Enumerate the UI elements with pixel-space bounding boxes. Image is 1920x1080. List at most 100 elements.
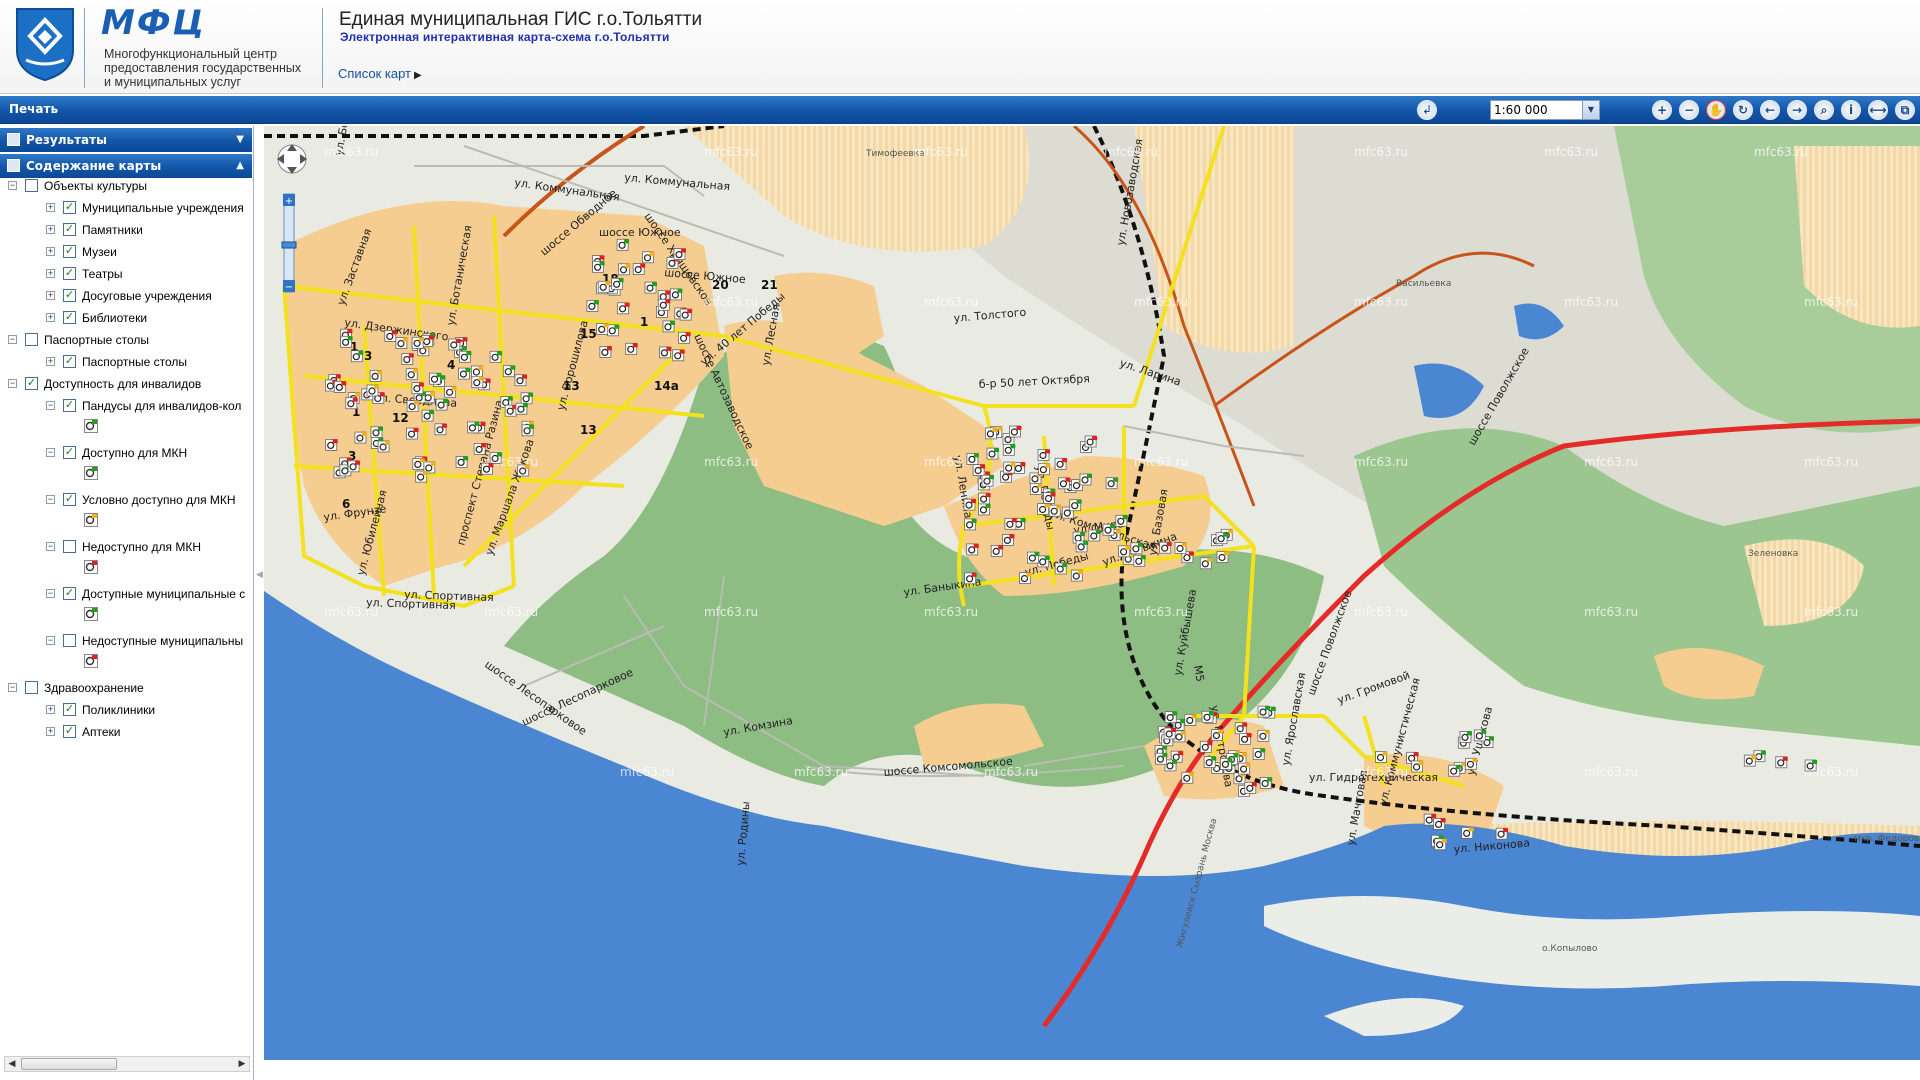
poi-marker[interactable] bbox=[377, 440, 391, 453]
results-panel-header[interactable]: Результаты ▼ bbox=[0, 128, 252, 152]
poi-marker[interactable] bbox=[481, 462, 494, 475]
poi-marker[interactable] bbox=[1804, 759, 1818, 772]
poi-marker[interactable] bbox=[1043, 492, 1056, 504]
map-list-link[interactable]: Список карт ▶ bbox=[338, 66, 422, 81]
layer-node[interactable]: − Недоступные муниципальны bbox=[0, 633, 252, 651]
layer-node[interactable]: + ✓ Паспортные столы bbox=[0, 354, 252, 372]
measure-icon[interactable]: ⟷ bbox=[1868, 100, 1888, 120]
poi-marker[interactable] bbox=[1234, 722, 1248, 735]
poi-marker[interactable] bbox=[1037, 555, 1050, 568]
poi-marker[interactable] bbox=[458, 350, 472, 363]
layer-checkbox[interactable]: ✓ bbox=[63, 201, 76, 214]
layer-checkbox[interactable] bbox=[63, 540, 76, 553]
layer-node[interactable]: − Объекты культуры bbox=[0, 178, 252, 196]
poi-marker[interactable] bbox=[1173, 730, 1186, 743]
poi-marker[interactable] bbox=[597, 280, 611, 293]
poi-marker[interactable] bbox=[405, 368, 419, 381]
poi-marker[interactable] bbox=[1054, 457, 1068, 470]
poi-marker[interactable] bbox=[434, 423, 447, 436]
layer-node[interactable]: − ✓ Доступные муниципальные с bbox=[0, 586, 252, 604]
poi-marker[interactable] bbox=[1434, 838, 1447, 851]
poi-marker[interactable] bbox=[340, 335, 353, 348]
poi-marker[interactable] bbox=[1220, 758, 1233, 770]
horizontal-scrollbar[interactable]: ◀ ▶ bbox=[4, 1056, 250, 1072]
poi-marker[interactable] bbox=[1216, 551, 1229, 563]
poi-marker[interactable] bbox=[599, 345, 612, 358]
poi-marker[interactable] bbox=[1203, 756, 1217, 768]
forward-icon[interactable]: → bbox=[1787, 100, 1807, 120]
collapse-arrow-icon[interactable]: ◀ bbox=[256, 570, 263, 580]
poi-marker[interactable] bbox=[520, 392, 534, 405]
scroll-right-icon[interactable]: ▶ bbox=[235, 1057, 249, 1071]
poi-marker[interactable] bbox=[1155, 752, 1168, 765]
layer-checkbox[interactable]: ✓ bbox=[63, 223, 76, 236]
expand-toggle-icon[interactable]: − bbox=[46, 589, 55, 598]
poi-marker[interactable] bbox=[1115, 514, 1128, 527]
poi-marker[interactable] bbox=[617, 302, 630, 315]
expand-toggle-icon[interactable]: + bbox=[46, 203, 55, 212]
poi-marker[interactable] bbox=[1019, 572, 1032, 585]
layer-checkbox[interactable]: ✓ bbox=[63, 399, 76, 412]
poi-marker[interactable] bbox=[411, 382, 424, 395]
poi-marker[interactable] bbox=[966, 543, 979, 556]
poi-marker[interactable] bbox=[412, 457, 425, 470]
poi-marker[interactable] bbox=[586, 299, 599, 312]
poi-marker[interactable] bbox=[596, 322, 609, 335]
expand-toggle-icon[interactable]: + bbox=[46, 269, 55, 278]
poi-marker[interactable] bbox=[521, 424, 535, 437]
poi-marker[interactable] bbox=[448, 338, 461, 351]
poi-marker[interactable] bbox=[411, 336, 425, 349]
poi-marker[interactable] bbox=[642, 251, 655, 264]
expand-toggle-icon[interactable]: − bbox=[46, 448, 55, 457]
layer-checkbox[interactable] bbox=[63, 634, 76, 647]
poi-marker[interactable] bbox=[658, 346, 672, 359]
layer-node[interactable]: + ✓ Досуговые учреждения bbox=[0, 288, 252, 306]
poi-marker[interactable] bbox=[401, 353, 414, 366]
poi-marker[interactable] bbox=[473, 442, 487, 455]
poi-marker[interactable] bbox=[1252, 748, 1266, 760]
poi-marker[interactable] bbox=[1159, 541, 1172, 554]
poi-marker[interactable] bbox=[1118, 545, 1131, 558]
layer-checkbox[interactable]: ✓ bbox=[63, 245, 76, 258]
poi-marker[interactable] bbox=[1257, 729, 1270, 742]
expand-toggle-icon[interactable]: + bbox=[46, 291, 55, 300]
poi-marker[interactable] bbox=[366, 384, 379, 397]
layer-node[interactable]: − ✓ Пандусы для инвалидов-кол bbox=[0, 398, 252, 416]
layer-node[interactable]: + ✓ Аптеки bbox=[0, 724, 252, 742]
expand-toggle-icon[interactable]: + bbox=[46, 357, 55, 366]
layer-node[interactable]: + ✓ Памятники bbox=[0, 222, 252, 240]
poi-marker[interactable] bbox=[1465, 757, 1478, 770]
expand-toggle-icon[interactable]: − bbox=[46, 636, 55, 645]
poi-marker[interactable] bbox=[662, 320, 675, 333]
poi-marker[interactable] bbox=[514, 374, 527, 387]
chevron-up-icon[interactable]: ▲ bbox=[236, 160, 244, 171]
poi-marker[interactable] bbox=[1239, 732, 1252, 745]
poi-marker[interactable] bbox=[1459, 731, 1472, 743]
poi-marker[interactable] bbox=[966, 452, 979, 465]
poi-marker[interactable] bbox=[986, 447, 999, 460]
layer-node[interactable]: + ✓ Библиотеки bbox=[0, 310, 252, 328]
poi-marker[interactable] bbox=[1238, 762, 1251, 775]
map-svg[interactable]: ул. Коммунальная ул. Коммунальнаяшоссе Юж… bbox=[264, 126, 1920, 1060]
poi-marker[interactable] bbox=[632, 263, 646, 276]
poi-marker[interactable] bbox=[370, 426, 383, 439]
layer-node[interactable]: − ✓ Доступно для МКН bbox=[0, 445, 252, 463]
poi-marker[interactable] bbox=[406, 400, 420, 413]
poi-marker[interactable] bbox=[1257, 705, 1270, 718]
layer-checkbox[interactable]: ✓ bbox=[25, 377, 38, 390]
layer-checkbox[interactable] bbox=[25, 179, 38, 192]
expand-toggle-icon[interactable]: − bbox=[8, 683, 17, 692]
poi-marker[interactable] bbox=[502, 365, 516, 378]
poi-marker[interactable] bbox=[1181, 771, 1194, 784]
poi-marker[interactable] bbox=[1184, 714, 1197, 726]
layer-checkbox[interactable]: ✓ bbox=[63, 267, 76, 280]
poi-marker[interactable] bbox=[1164, 711, 1178, 723]
poi-marker[interactable] bbox=[1002, 533, 1015, 546]
layer-checkbox[interactable]: ✓ bbox=[63, 289, 76, 302]
back-icon[interactable]: ← bbox=[1760, 100, 1780, 120]
search-icon[interactable]: ⌕ bbox=[1814, 100, 1834, 120]
poi-marker[interactable] bbox=[1079, 473, 1092, 486]
poi-marker[interactable] bbox=[1433, 818, 1446, 830]
layer-node[interactable]: + ✓ Поликлиники bbox=[0, 702, 252, 720]
poi-marker[interactable] bbox=[369, 369, 383, 382]
